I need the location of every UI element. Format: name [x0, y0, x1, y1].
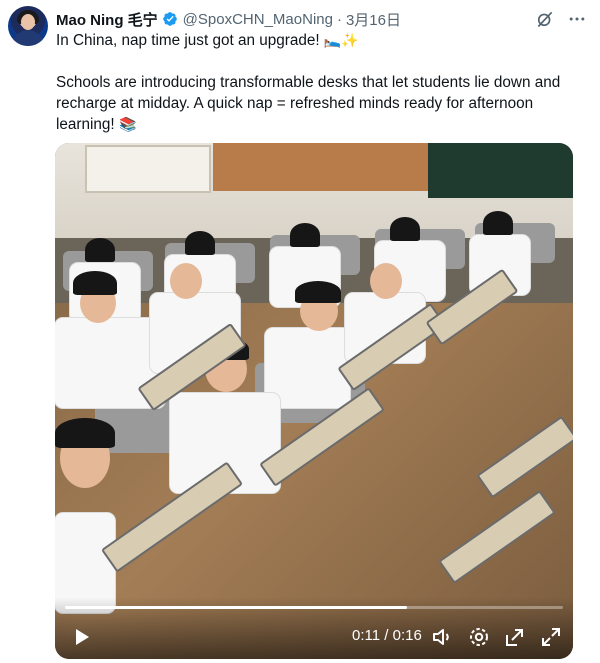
video-time-separator: / [380, 627, 393, 644]
author-name[interactable]: Mao Ning 毛宁 [56, 9, 158, 30]
volume-icon[interactable] [431, 625, 455, 649]
separator-dot: · [336, 10, 342, 28]
video-timecode: 0:11 / 0:16 [352, 627, 422, 644]
video-controls: 0:11 / 0:16 [55, 597, 573, 659]
video-student-hair [290, 223, 320, 247]
grok-icon[interactable] [534, 8, 556, 30]
avatar-suit [12, 30, 44, 46]
video-poster-art [85, 145, 211, 193]
author-handle[interactable]: @SpoxCHN_MaoNing [183, 11, 333, 28]
video-student-face [170, 263, 202, 299]
video-time-total: 0:16 [392, 627, 422, 644]
video-progress-bar[interactable] [65, 606, 563, 609]
tweet-text: In China, nap time just got an upgrade! … [56, 30, 586, 135]
more-icon[interactable] [566, 8, 588, 30]
books-emoji: 📚 [118, 116, 137, 132]
tweet-line-1-text: In China, nap time just got an upgrade! [56, 32, 320, 49]
video-student-face [370, 263, 402, 299]
video-student-hair [390, 217, 420, 241]
video-time-current: 0:11 [352, 627, 381, 644]
video-control-row: 0:11 / 0:16 [55, 625, 573, 649]
tweet-date[interactable]: 3月16日 [346, 9, 401, 30]
verified-badge-icon [162, 12, 177, 26]
video-student-hair [85, 238, 115, 262]
video-student-hair [55, 418, 115, 448]
bed-sparkles-emoji: 🛌✨ [323, 32, 359, 48]
video-student-hair [185, 231, 215, 255]
fullscreen-icon[interactable] [539, 625, 563, 649]
tweet-line-2: Schools are introducing transformable de… [56, 72, 586, 135]
settings-icon[interactable] [467, 625, 491, 649]
video-student-hair [483, 211, 513, 235]
author-avatar[interactable] [8, 6, 48, 46]
video-chalkboard [428, 143, 573, 198]
video-bulletin-board [213, 143, 428, 191]
video-student-hair [73, 271, 117, 295]
video-progress-fill [65, 606, 408, 609]
play-icon[interactable] [69, 625, 93, 649]
avatar-face [21, 14, 35, 30]
video-player[interactable]: 0:11 / 0:16 [55, 143, 573, 659]
header-actions [534, 8, 588, 30]
tweet-header: Mao Ning 毛宁 @SpoxCHN_MaoNing · 3月16日 [56, 8, 590, 30]
popout-icon[interactable] [503, 625, 527, 649]
video-student-hair [295, 281, 341, 303]
tweet-line-1: In China, nap time just got an upgrade! … [56, 30, 586, 51]
